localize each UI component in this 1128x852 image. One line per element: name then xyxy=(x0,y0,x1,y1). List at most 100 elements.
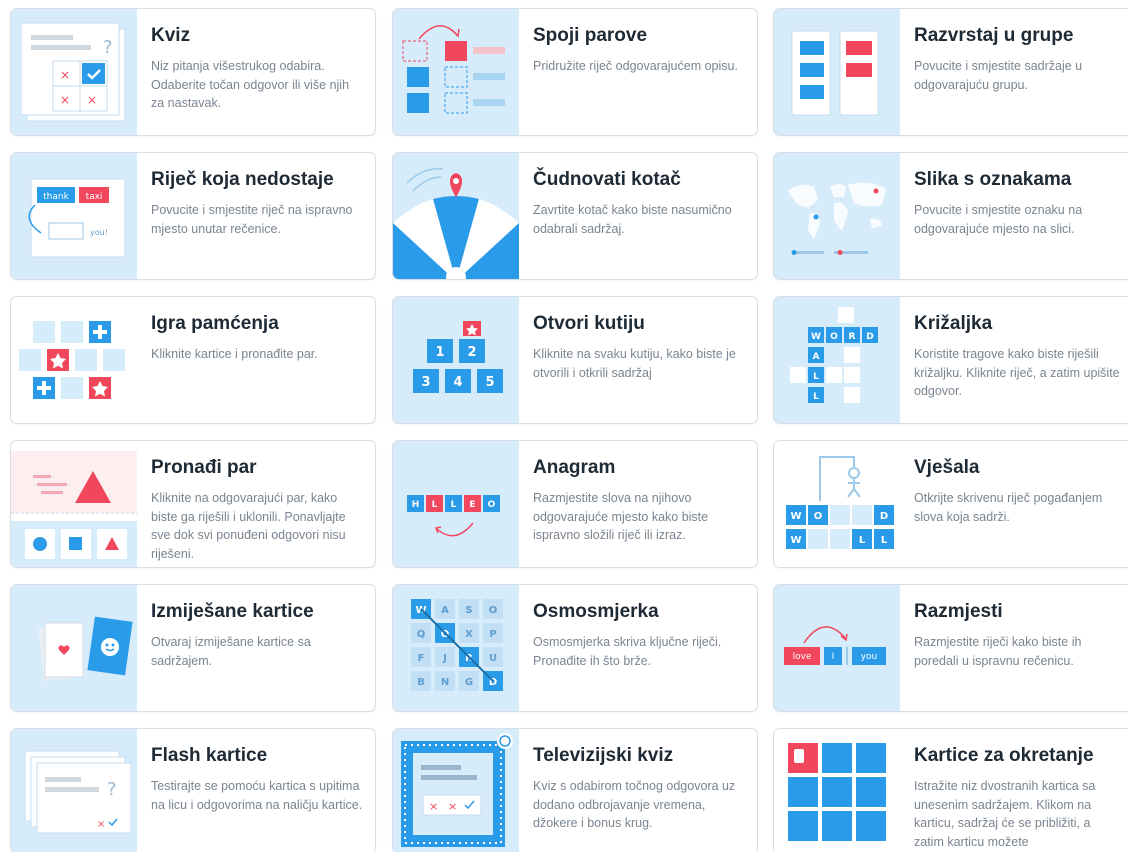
template-description: Kliknite na odgovarajući par, kako biste… xyxy=(151,491,346,561)
group-sort-icon xyxy=(774,9,900,135)
template-card-televizijski-kviz[interactable]: × × Televizijski kviz Kviz s odabirom to… xyxy=(392,728,758,852)
template-title: Razmjesti xyxy=(914,601,1003,622)
template-card-otvori-kutiju[interactable]: 1 2 3 4 5 Otvori kutiju Kliknite na svak… xyxy=(392,296,758,424)
svg-text:5: 5 xyxy=(485,375,494,390)
template-card-anagram[interactable]: H L L E O Anagram Razmjestite slova na n… xyxy=(392,440,758,568)
template-card-spoji-parove[interactable]: Spoji parove Pridružite riječ odgovaraju… xyxy=(392,8,758,136)
template-description: Kliknite na svaku kutiju, kako biste je … xyxy=(533,347,736,380)
template-card-kviz[interactable]: ? × × × Kviz Niz pitanja višestrukog oda… xyxy=(10,8,376,136)
template-card-izmijesane-kartice[interactable]: Izmiješane kartice Otvaraj izmiješane ka… xyxy=(10,584,376,712)
svg-text:F: F xyxy=(418,653,425,664)
svg-text:L: L xyxy=(451,500,457,510)
hangman-icon: W O D W L L xyxy=(774,441,900,567)
template-description: Povucite i smjestite oznaku na odgovaraj… xyxy=(914,203,1083,236)
memory-game-icon xyxy=(11,297,137,423)
svg-text:O: O xyxy=(814,511,823,522)
template-title: Osmosmjerka xyxy=(533,601,659,622)
template-title: Pronađi par xyxy=(151,457,257,478)
svg-text:X: X xyxy=(465,629,473,640)
svg-text:?: ? xyxy=(107,779,117,800)
template-card-pronadi-par[interactable]: Pronađi par Kliknite na odgovarajući par… xyxy=(10,440,376,568)
svg-text:S: S xyxy=(465,605,472,616)
svg-text:you!: you! xyxy=(90,228,108,237)
svg-text:H: H xyxy=(412,500,420,510)
svg-text:B: B xyxy=(417,677,425,688)
template-description: Niz pitanja višestrukog odabira. Odaberi… xyxy=(151,59,350,110)
svg-text:L: L xyxy=(813,392,819,402)
svg-text:N: N xyxy=(441,677,449,688)
svg-text:D: D xyxy=(866,332,873,342)
svg-text:3: 3 xyxy=(421,375,430,390)
svg-text:A: A xyxy=(441,605,449,616)
template-title: Vješala xyxy=(914,457,980,478)
template-card-rijec-koja-nedostaje[interactable]: thank taxi you! Riječ koja nedostaje Pov… xyxy=(10,152,376,280)
open-box-icon: 1 2 3 4 5 xyxy=(393,297,519,423)
tv-quiz-icon: × × xyxy=(393,729,519,852)
svg-text:O: O xyxy=(488,500,496,510)
svg-text:Q: Q xyxy=(417,629,426,640)
template-card-igra-pamcenja[interactable]: Igra pamćenja Kliknite kartice i pronađi… xyxy=(10,296,376,424)
template-title: Flash kartice xyxy=(151,745,268,766)
template-card-slika-s-oznakama[interactable]: Slika s oznakama Povucite i smjestite oz… xyxy=(773,152,1128,280)
svg-text:G: G xyxy=(465,677,473,688)
shuffled-cards-icon xyxy=(11,585,137,711)
template-title: Križaljka xyxy=(914,313,993,334)
svg-text:W: W xyxy=(790,535,801,546)
template-title: Kartice za okretanje xyxy=(914,745,1094,766)
template-description: Kviz s odabirom točnog odgovora uz dodan… xyxy=(533,779,736,830)
match-pairs-icon xyxy=(393,9,519,135)
missing-word-icon: thank taxi you! xyxy=(11,153,137,279)
svg-text:R: R xyxy=(849,332,856,342)
quiz-icon: ? × × × xyxy=(11,9,137,135)
svg-text:U: U xyxy=(489,653,497,664)
wordsearch-icon: W A S O Q O X P F J R U B N G D xyxy=(393,585,519,711)
svg-text:×: × xyxy=(429,800,438,813)
unjumble-icon: love I you xyxy=(774,585,900,711)
svg-text:4: 4 xyxy=(453,375,462,390)
flip-tiles-icon xyxy=(774,729,900,852)
template-card-cudnovati-kotac[interactable]: Čudnovati kotač Zavrtite kotač kako bist… xyxy=(392,152,758,280)
template-title: Izmiješane kartice xyxy=(151,601,314,622)
template-title: Kviz xyxy=(151,25,191,46)
svg-text:O: O xyxy=(830,332,838,342)
template-title: Spoji parove xyxy=(533,25,648,46)
svg-text:L: L xyxy=(813,372,819,382)
template-card-razvrstaj-u-grupe[interactable]: Razvrstaj u grupe Povucite i smjestite s… xyxy=(773,8,1128,136)
anagram-icon: H L L E O xyxy=(393,441,519,567)
svg-text:L: L xyxy=(859,535,866,546)
template-card-vjesala[interactable]: W O D W L L Vješala Otkrijte skrivenu ri… xyxy=(773,440,1128,568)
svg-text:?: ? xyxy=(103,37,113,58)
template-description: Kliknite kartice i pronađite par. xyxy=(151,347,318,361)
svg-text:J: J xyxy=(442,653,447,664)
template-description: Koristite tragove kako biste riješili kr… xyxy=(914,347,1120,398)
template-card-krizaljka[interactable]: W O R D A L L Križaljka Koristite tragov… xyxy=(773,296,1128,424)
svg-text:×: × xyxy=(87,93,97,107)
template-card-flash-kartice[interactable]: ? × Flash kartice Testirajte se pomoću k… xyxy=(10,728,376,852)
svg-text:P: P xyxy=(489,629,496,640)
template-description: Zavrtite kotač kako biste nasumično odab… xyxy=(533,203,732,236)
template-card-osmosmjerka[interactable]: W A S O Q O X P F J R U B N G D Osmosmje… xyxy=(392,584,758,712)
svg-text:W: W xyxy=(415,605,426,616)
template-description: Pridružite riječ odgovarajućem opisu. xyxy=(533,59,738,73)
template-description: Povucite i smjestite sadržaje u odgovara… xyxy=(914,59,1083,92)
svg-text:love: love xyxy=(793,652,812,662)
svg-text:2: 2 xyxy=(467,345,476,360)
svg-text:L: L xyxy=(432,500,438,510)
template-title: Anagram xyxy=(533,457,616,478)
template-card-kartice-za-okretanje[interactable]: Kartice za okretanje Istražite niz dvost… xyxy=(773,728,1128,852)
template-description: Istražite niz dvostranih kartica sa unes… xyxy=(914,779,1096,849)
svg-text:L: L xyxy=(881,535,888,546)
template-description: Razmjestite slova na njihovo odgovarajuć… xyxy=(533,491,709,542)
svg-text:D: D xyxy=(880,511,888,522)
template-title: Igra pamćenja xyxy=(151,313,279,334)
svg-text:W: W xyxy=(790,511,801,522)
svg-text:thank: thank xyxy=(43,192,69,202)
svg-text:×: × xyxy=(448,800,457,813)
template-title: Riječ koja nedostaje xyxy=(151,169,334,190)
template-card-razmjesti[interactable]: love I you Razmjesti Razmjestite riječi … xyxy=(773,584,1128,712)
template-description: Testirajte se pomoću kartica s upitima n… xyxy=(151,779,363,812)
template-description: Otkrijte skrivenu riječ pogađanjem slova… xyxy=(914,491,1103,524)
labelled-map-icon xyxy=(774,153,900,279)
flash-cards-icon: ? × xyxy=(11,729,137,852)
svg-text:1: 1 xyxy=(435,345,444,360)
